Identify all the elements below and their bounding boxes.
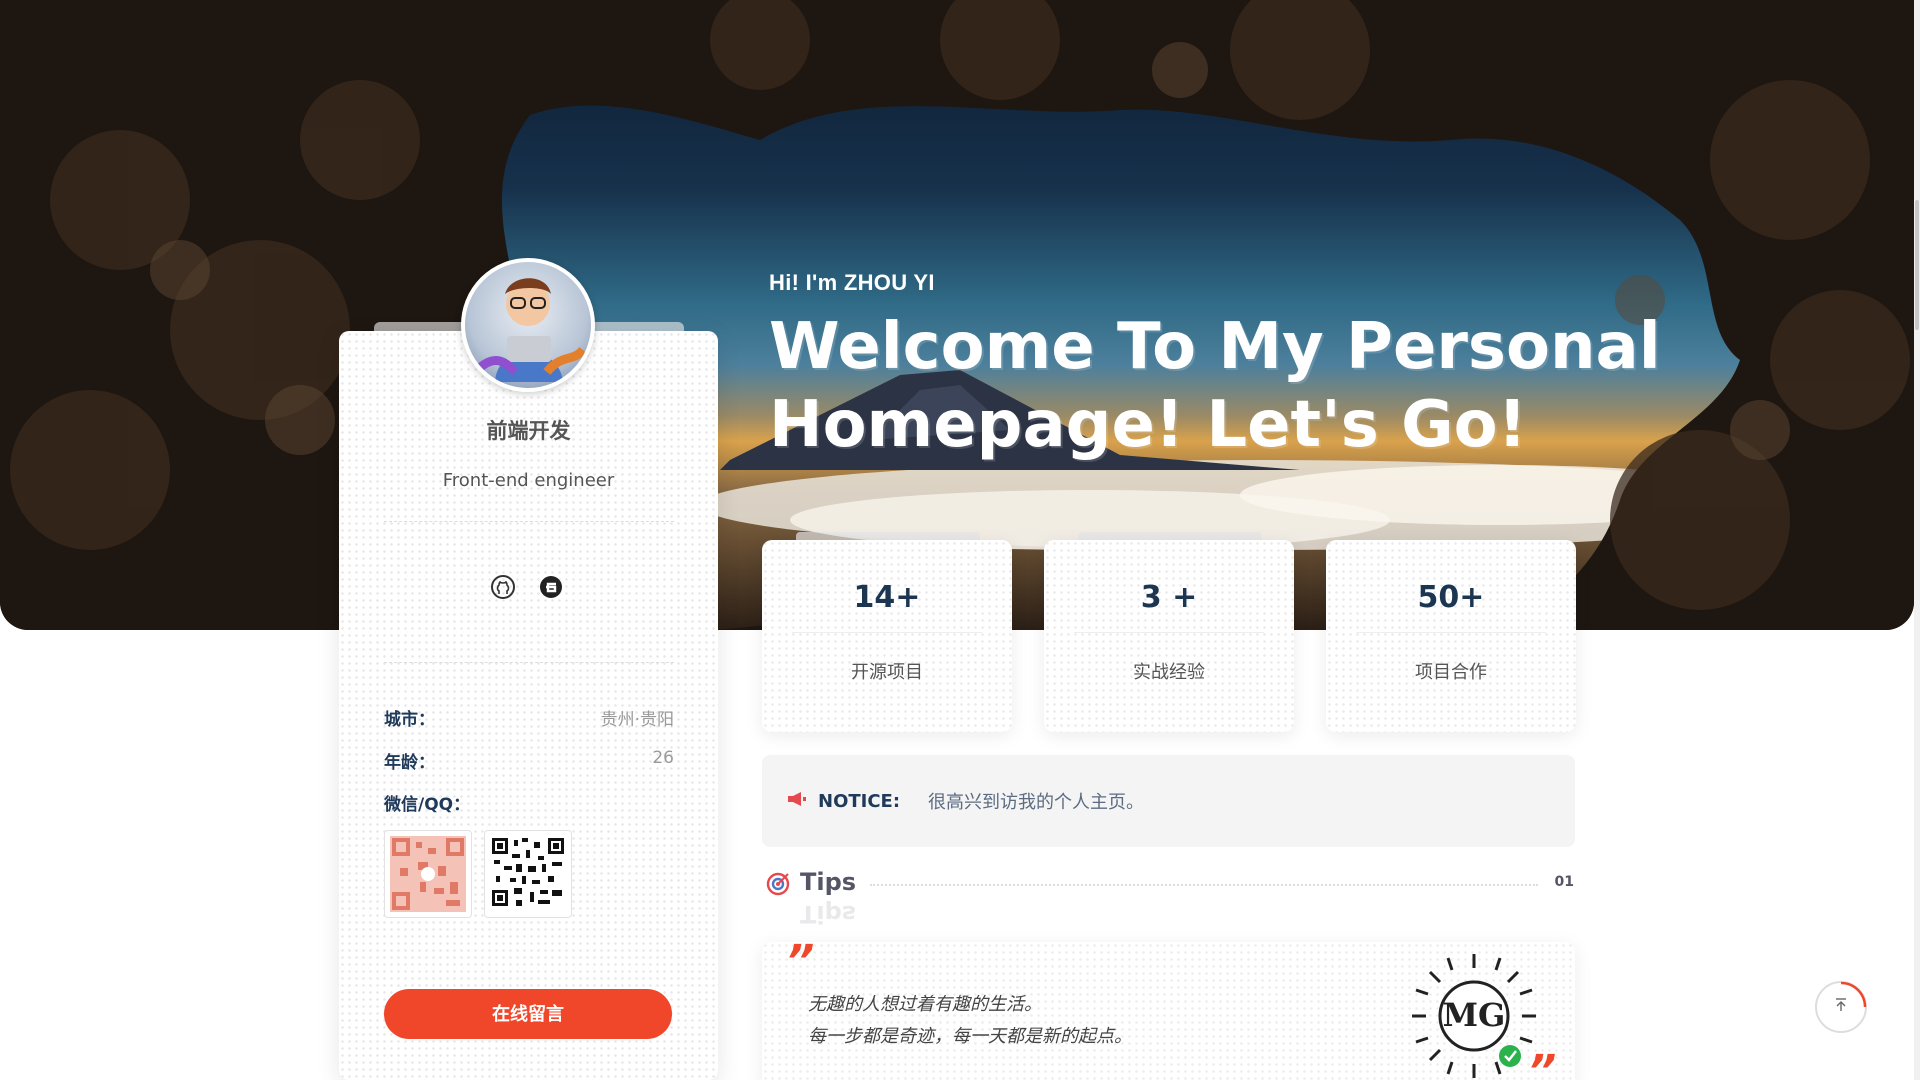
stat-divider	[1356, 632, 1546, 633]
hero-greeting: Hi! I'm ZHOU YI	[769, 270, 935, 295]
stat-label: 实战经验	[1133, 662, 1205, 683]
megaphone-icon	[786, 788, 808, 814]
stat-divider	[1074, 632, 1264, 633]
info-contact-label: 微信/QQ：	[384, 795, 471, 815]
quote-line-1: 无趣的人想过着有趣的生活。	[808, 994, 1042, 1015]
world-map-dots	[1326, 540, 1576, 732]
stat-card-projects: 14+ 开源项目	[762, 540, 1012, 732]
back-to-top-button[interactable]	[1815, 981, 1867, 1033]
mg-logo-icon: MG	[1408, 950, 1540, 1080]
tips-quote-card: ” 无趣的人想过着有趣的生活。 每一步都是奇迹，每一天都是新的起点。 MG ”	[762, 942, 1575, 1080]
target-icon	[766, 872, 790, 900]
tips-title-reflection: Tips	[800, 900, 857, 928]
stat-divider	[792, 632, 982, 633]
stat-card-experience: 3 + 实战经验	[1044, 540, 1294, 732]
page-scrollbar[interactable]	[1914, 0, 1920, 1080]
tips-title: Tips	[800, 868, 857, 896]
tips-count: 01	[1554, 874, 1574, 890]
stat-label: 项目合作	[1415, 662, 1487, 683]
stat-number: 50+	[1417, 580, 1485, 615]
qr-codes	[384, 830, 572, 918]
social-links	[490, 574, 564, 600]
quote-open-mark: ”	[786, 942, 815, 987]
tips-dotted-line	[870, 884, 1538, 886]
world-map-dots	[762, 540, 1012, 732]
profile-role: Front-end engineer	[442, 470, 615, 491]
qq-qr-icon	[484, 830, 572, 918]
stat-number: 3 +	[1140, 580, 1198, 615]
online-message-button[interactable]: 在线留言	[384, 989, 672, 1039]
info-age-label: 年龄：	[384, 753, 435, 773]
profile-divider	[384, 521, 674, 522]
world-map-dots	[1044, 540, 1294, 732]
wechat-qr-icon	[384, 830, 472, 918]
info-age-row: 年龄： 26	[384, 748, 674, 773]
quote-line-2: 每一步都是奇迹，每一天都是新的起点。	[808, 1026, 1132, 1047]
profile-name: 前端开发	[486, 419, 571, 443]
info-contact-row: 微信/QQ：	[384, 790, 674, 815]
scroll-progress-ring	[1840, 981, 1867, 1008]
tips-heading: Tips Tips 01	[766, 868, 1576, 928]
info-city-value: 贵州·贵阳	[600, 710, 674, 730]
avatar	[461, 258, 595, 392]
stat-card-cooperation: 50+ 项目合作	[1326, 540, 1576, 732]
notice-title: NOTICE:	[818, 790, 901, 812]
quote-close-mark: ”	[1528, 1046, 1557, 1080]
homepage: Hi! I'm ZHOU YI Welcome To My Personal H…	[0, 0, 1920, 1080]
mg-logo-text: MG	[1442, 996, 1506, 1034]
notice-text: 很高兴到访我的个人主页。	[928, 792, 1145, 813]
github-icon[interactable]	[490, 574, 516, 600]
stat-number: 14+	[853, 580, 921, 615]
info-city-row: 城市： 贵州·贵阳	[384, 705, 674, 730]
scrollbar-thumb[interactable]	[1915, 200, 1919, 330]
hero-text: Hi! I'm ZHOU YI Welcome To My Personal H…	[769, 270, 1669, 464]
info-city-label: 城市：	[384, 710, 435, 730]
notice-bar: NOTICE: 很高兴到访我的个人主页。	[762, 755, 1575, 847]
info-age-value: 26	[652, 748, 674, 768]
hero-welcome-title: Welcome To My Personal Homepage! Let's G…	[769, 310, 1661, 462]
stat-label: 开源项目	[851, 662, 923, 683]
profile-divider-2	[384, 662, 674, 663]
gitee-icon[interactable]	[538, 574, 564, 600]
